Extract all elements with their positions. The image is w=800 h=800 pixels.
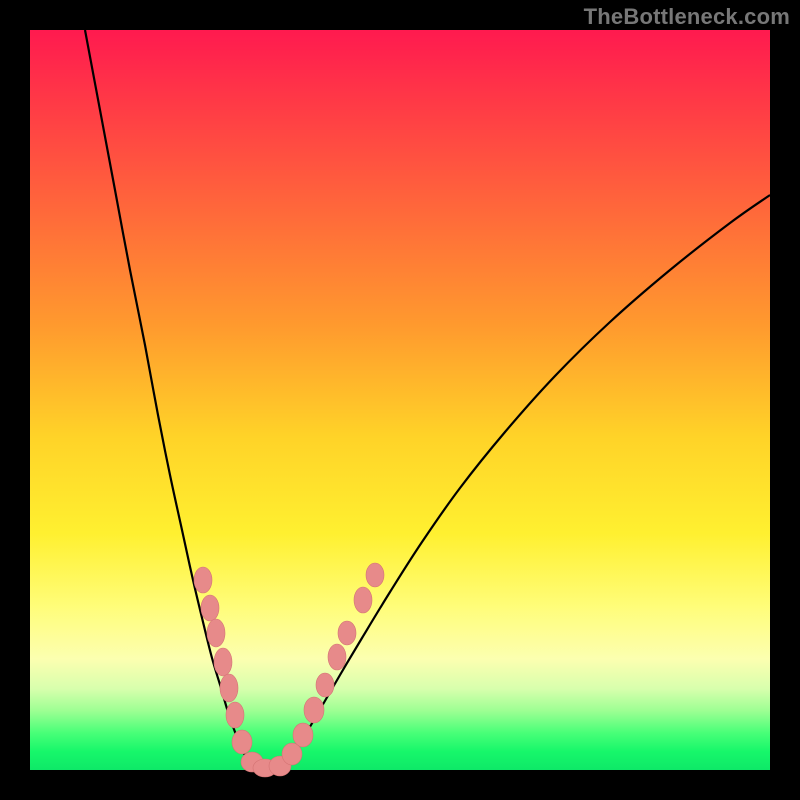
bead-icon bbox=[316, 673, 334, 697]
bead-icon bbox=[214, 648, 232, 676]
right-curve bbox=[278, 195, 770, 767]
bead-icon bbox=[304, 697, 324, 723]
chart-svg bbox=[30, 30, 770, 770]
bead-icon bbox=[207, 619, 225, 647]
bead-icon bbox=[194, 567, 212, 593]
bead-icon bbox=[366, 563, 384, 587]
bead-icon bbox=[338, 621, 356, 645]
watermark-text: TheBottleneck.com bbox=[584, 4, 790, 30]
bead-icon bbox=[293, 723, 313, 747]
bead-icon bbox=[201, 595, 219, 621]
bead-icon bbox=[220, 674, 238, 702]
bead-icon bbox=[226, 702, 244, 728]
chart-plot-area bbox=[30, 30, 770, 770]
bead-icon bbox=[354, 587, 372, 613]
bead-icon bbox=[232, 730, 252, 754]
bead-icon bbox=[328, 644, 346, 670]
chart-frame: TheBottleneck.com bbox=[0, 0, 800, 800]
beads-group bbox=[194, 563, 384, 777]
